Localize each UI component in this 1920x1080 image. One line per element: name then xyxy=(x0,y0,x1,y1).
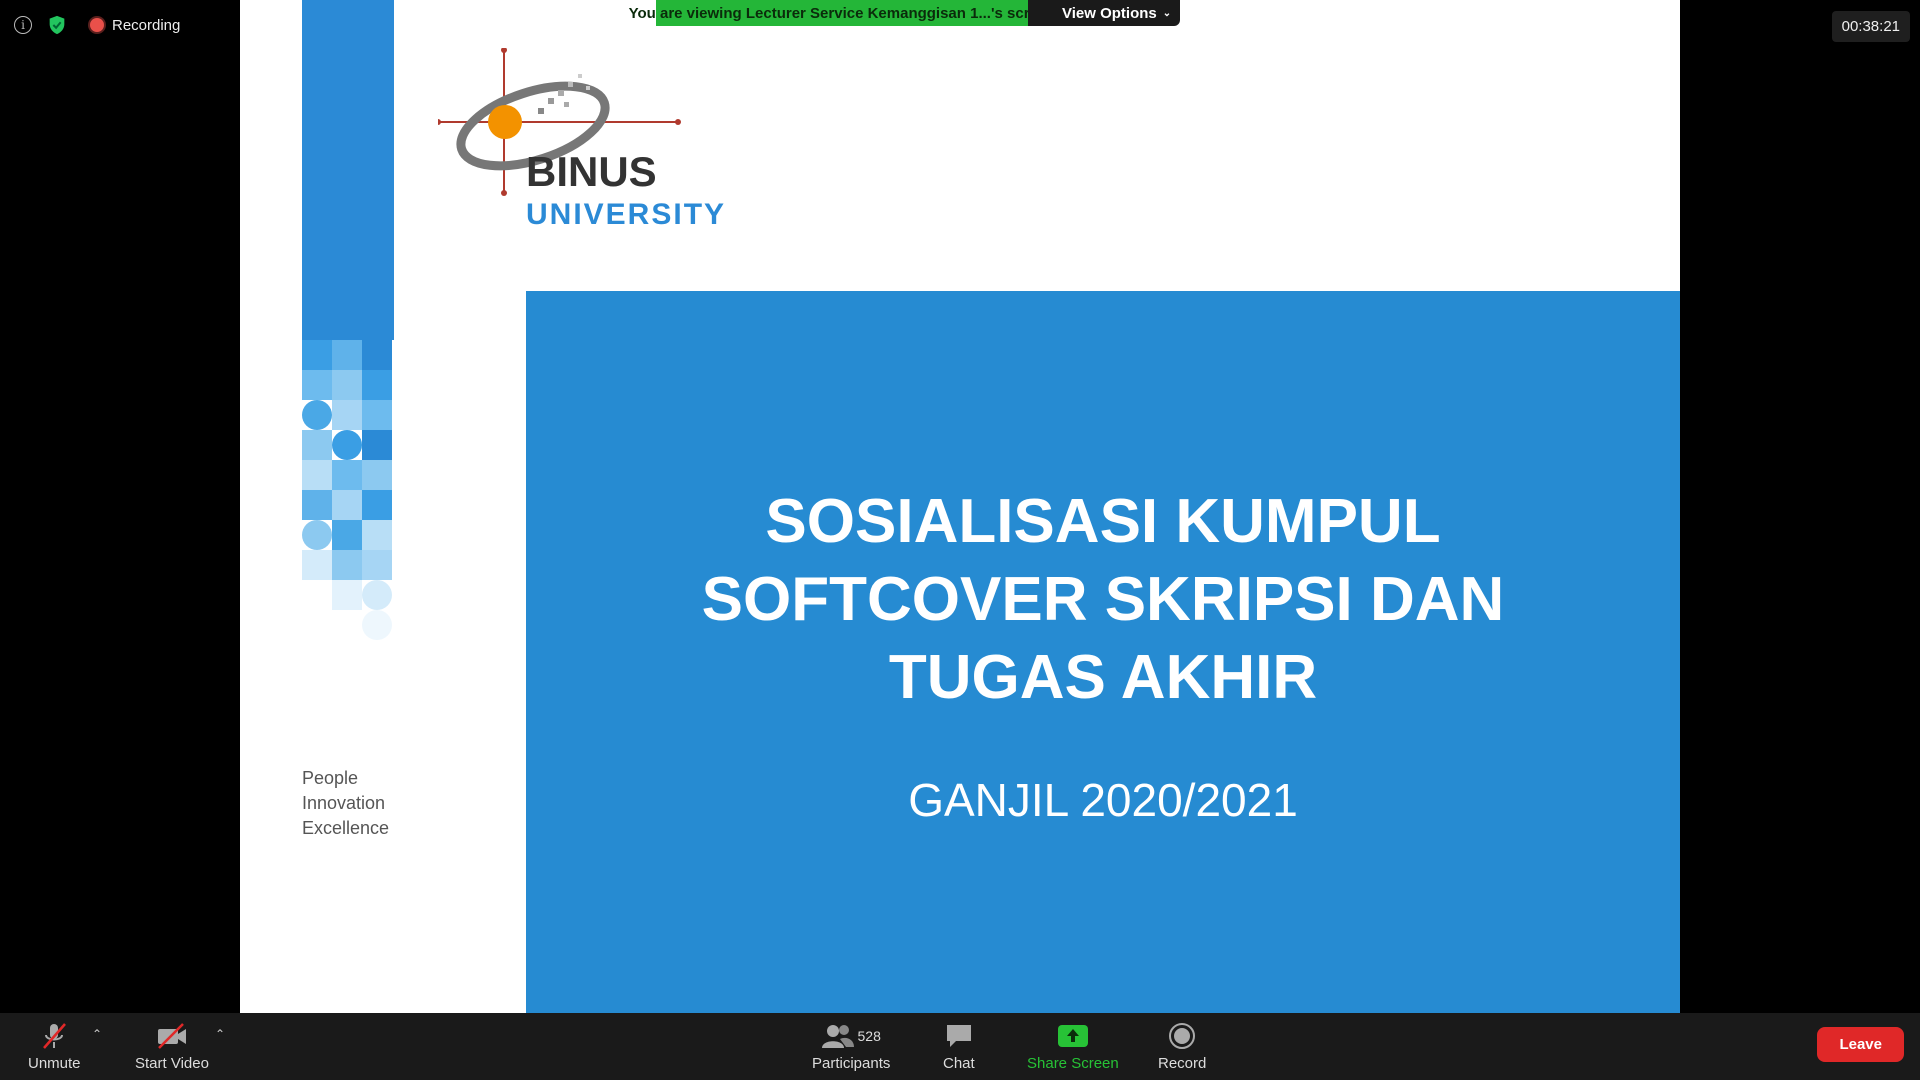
muted-microphone-icon xyxy=(43,1023,67,1049)
viewing-screen-text: You are viewing Lecturer Service Kemangg… xyxy=(629,0,1055,26)
leave-button[interactable]: Leave xyxy=(1817,1027,1904,1062)
unmute-button[interactable]: Unmute xyxy=(28,1019,81,1072)
meeting-toolbar: Unmute ⌃ Start Video ⌃ 528 Participants xyxy=(0,1013,1920,1080)
tagline-line: Excellence xyxy=(302,818,390,838)
video-off-icon xyxy=(157,1023,186,1049)
slide-title: SOSIALISASI KUMPUL SOFTCOVER SKRIPSI DAN… xyxy=(526,483,1680,717)
slide-tagline: People Innovation Excellence xyxy=(302,766,389,841)
meeting-timer: 00:38:21 xyxy=(1831,11,1910,42)
recording-dot-icon xyxy=(90,18,104,32)
tagline-line: People xyxy=(302,768,359,788)
slide-decor-tiles xyxy=(302,340,394,720)
share-screen-label: Share Screen xyxy=(1027,1055,1119,1072)
recording-indicator[interactable]: Recording xyxy=(90,17,180,34)
record-label: Record xyxy=(1158,1055,1207,1072)
logo-wordmark: BINUS xyxy=(526,148,657,195)
chat-button[interactable]: Chat xyxy=(943,1019,975,1072)
recording-label: Recording xyxy=(112,16,181,34)
view-options-button[interactable]: View Options ⌄ xyxy=(1028,0,1180,26)
share-screen-icon xyxy=(1057,1025,1088,1047)
unmute-label: Unmute xyxy=(28,1055,81,1072)
start-video-button[interactable]: Start Video xyxy=(135,1019,209,1072)
participants-count: 528 xyxy=(857,1028,881,1044)
shared-screen-slide: People Innovation Excellence BINUS UNIVE… xyxy=(240,0,1680,1013)
view-options-label: View Options xyxy=(1062,4,1157,22)
participants-icon xyxy=(821,1025,854,1048)
screen-share-banner: You are viewing Lecturer Service Kemangg… xyxy=(629,0,1180,26)
meeting-status-bar: i Recording xyxy=(14,14,180,36)
slide-title-line: SOSIALISASI KUMPUL xyxy=(765,487,1441,556)
slide-subtitle: GANJIL 2020/2021 xyxy=(908,774,1298,826)
shield-icon[interactable] xyxy=(46,14,68,36)
chat-icon xyxy=(946,1025,971,1047)
slide-title-line: TUGAS AKHIR xyxy=(888,643,1318,712)
audio-options-caret-icon[interactable]: ⌃ xyxy=(92,1027,102,1041)
slide-title-line: SOFTCOVER SKRIPSI DAN xyxy=(701,565,1505,634)
chat-label: Chat xyxy=(943,1055,975,1072)
participants-label: Participants xyxy=(812,1055,891,1072)
record-icon xyxy=(1169,1023,1196,1049)
start-video-label: Start Video xyxy=(135,1055,209,1072)
tagline-line: Innovation xyxy=(302,793,386,813)
share-screen-button[interactable]: Share Screen xyxy=(1027,1019,1119,1072)
slide-decor-strip xyxy=(302,0,394,340)
record-button[interactable]: Record xyxy=(1158,1019,1206,1072)
logo-subtitle: UNIVERSITY xyxy=(526,198,727,231)
video-options-caret-icon[interactable]: ⌃ xyxy=(215,1027,225,1041)
participants-button[interactable]: 528 Participants xyxy=(812,1019,890,1072)
chevron-down-icon: ⌄ xyxy=(1162,7,1172,19)
info-icon[interactable]: i xyxy=(14,16,32,34)
slide-title-panel: SOSIALISASI KUMPUL SOFTCOVER SKRIPSI DAN… xyxy=(526,291,1680,1013)
